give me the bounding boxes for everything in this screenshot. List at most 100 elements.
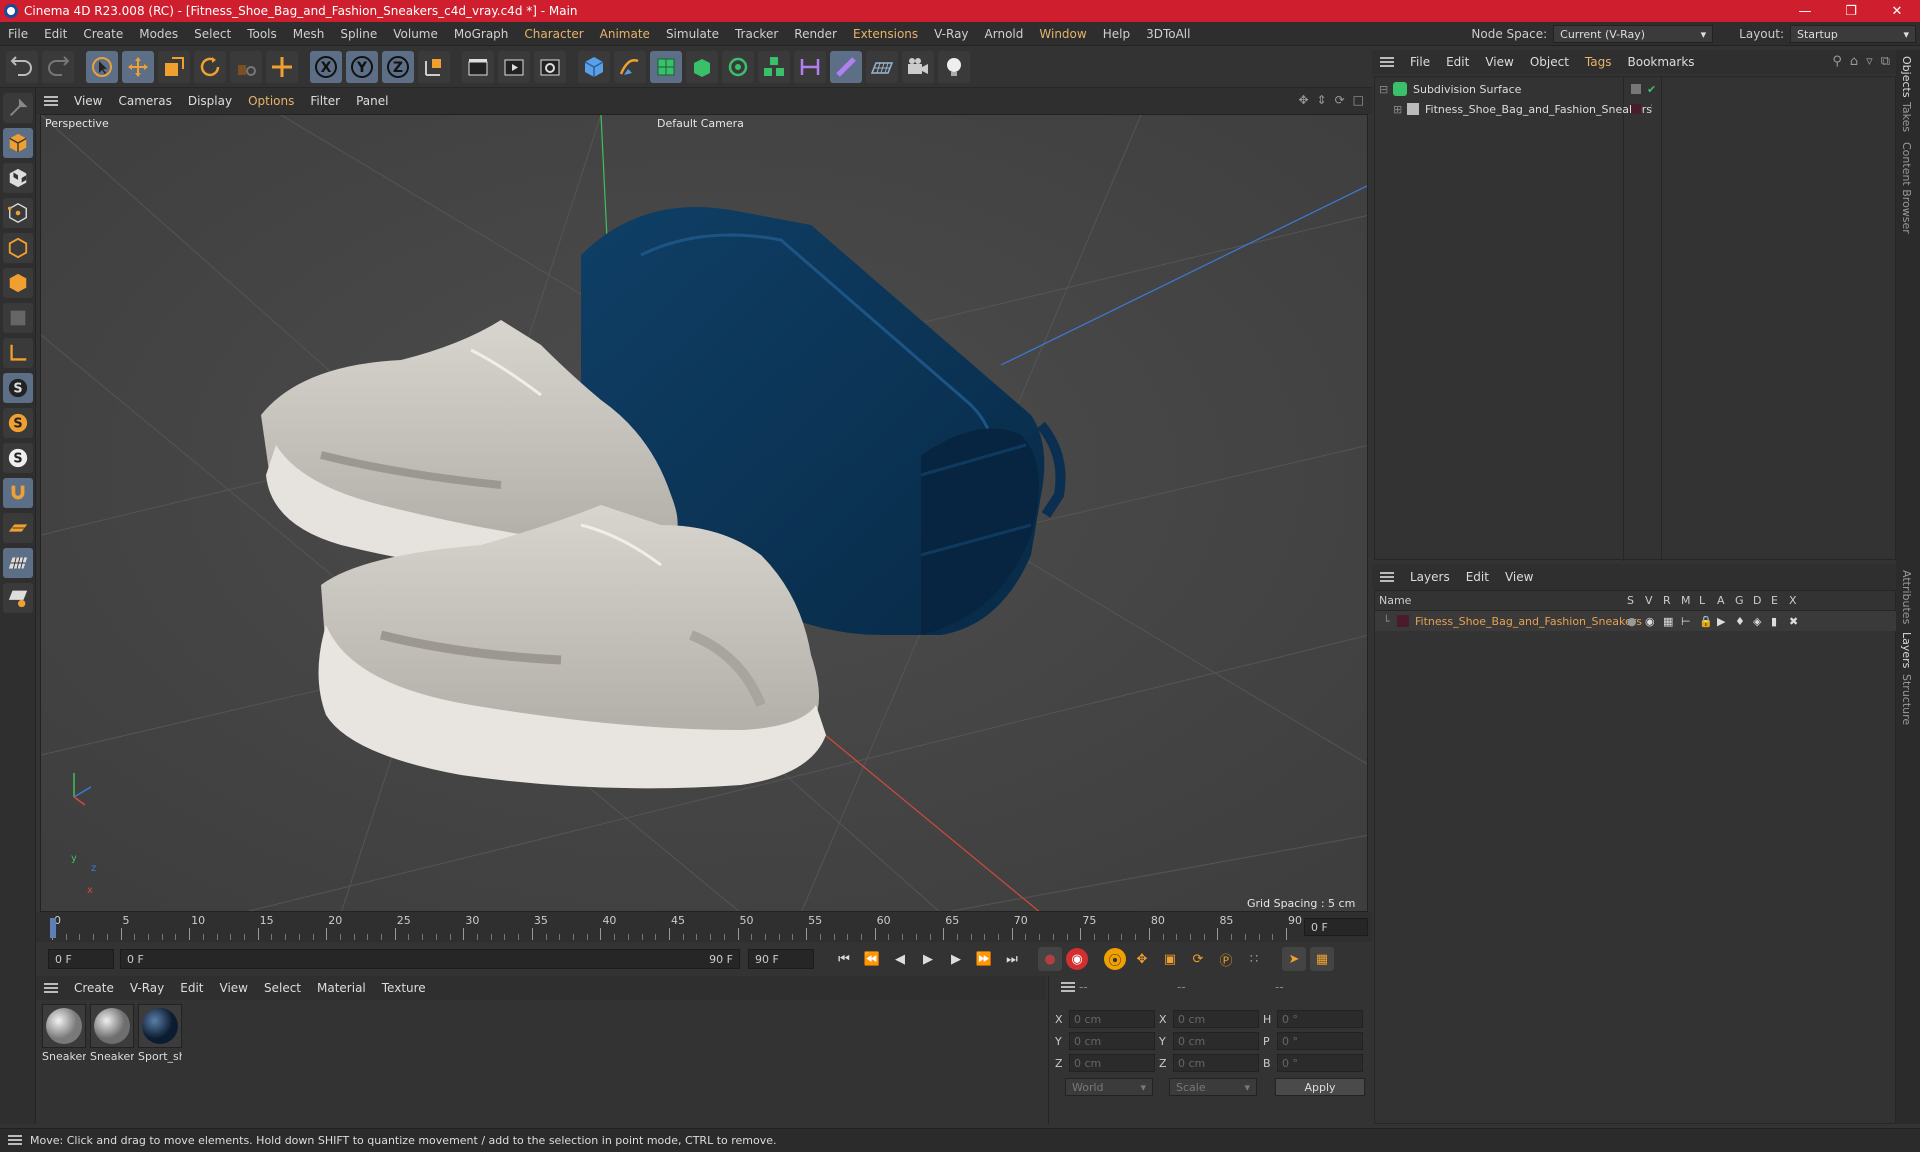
floor-button[interactable] xyxy=(866,50,898,83)
restore-button[interactable]: ❐ xyxy=(1828,0,1874,22)
previous-frame-button[interactable]: ◀ xyxy=(888,947,912,971)
new-window-icon[interactable]: ⧉ xyxy=(1881,54,1890,69)
layer-color-icon[interactable] xyxy=(1631,104,1641,114)
redo-button[interactable] xyxy=(42,50,74,83)
layer-row[interactable]: └ Fitness_Shoe_Bag_and_Fashion_Sneakers … xyxy=(1375,611,1897,631)
timeline-ruler[interactable]: 0 5 10 15 20 25 30 35 40 45 50 55 60 65 70 75 80 85 90 0 F xyxy=(36,912,1372,942)
side-tab-attributes[interactable]: Attributes xyxy=(1900,570,1913,624)
key-pla-button[interactable]: ∷ xyxy=(1242,947,1266,971)
visibility-dots-icon[interactable]: ⋮ xyxy=(1647,104,1656,114)
mat-menu-texture[interactable]: Texture xyxy=(374,981,434,995)
rotation-p-field[interactable]: 0 ° xyxy=(1277,1032,1363,1050)
col-manager[interactable]: M xyxy=(1681,594,1699,607)
expand-toggle-icon[interactable]: ⊟ xyxy=(1379,83,1389,96)
solo-icon[interactable]: ● xyxy=(1627,615,1645,628)
col-expressions[interactable]: E xyxy=(1771,594,1789,607)
light-button[interactable] xyxy=(938,50,970,83)
quantize-button[interactable]: S xyxy=(3,443,33,473)
layers-menu-layers[interactable]: Layers xyxy=(1402,570,1458,584)
x-axis-lock-button[interactable]: X xyxy=(310,50,342,83)
key-scale-button[interactable]: ▣ xyxy=(1158,947,1182,971)
side-tab-layers[interactable]: Layers xyxy=(1900,632,1913,668)
menu-volume[interactable]: Volume xyxy=(385,27,446,41)
current-frame-field[interactable]: 0 F xyxy=(1304,918,1368,936)
rotation-h-field[interactable]: 0 ° xyxy=(1277,1010,1363,1028)
render-view-button[interactable] xyxy=(462,50,494,83)
material-swatch-sport-shoe[interactable]: Sport_sh xyxy=(138,1004,182,1063)
hamburger-menu-icon[interactable] xyxy=(1380,57,1394,67)
transform-tool-button[interactable] xyxy=(266,50,298,83)
mat-menu-view[interactable]: View xyxy=(212,981,256,995)
col-view[interactable]: V xyxy=(1645,594,1663,607)
snap-button[interactable]: S xyxy=(3,373,33,403)
next-frame-button[interactable]: ▶ xyxy=(944,947,968,971)
menu-simulate[interactable]: Simulate xyxy=(658,27,727,41)
record-keys-button[interactable]: ● xyxy=(1038,947,1062,971)
edge-mode-button[interactable] xyxy=(3,233,33,263)
menu-file[interactable]: File xyxy=(0,27,36,41)
rotation-b-field[interactable]: 0 ° xyxy=(1277,1054,1363,1072)
col-xref[interactable]: X xyxy=(1789,594,1807,607)
menu-spline[interactable]: Spline xyxy=(332,27,385,41)
om-menu-edit[interactable]: Edit xyxy=(1438,55,1477,69)
deformer-button[interactable] xyxy=(794,50,826,83)
col-render[interactable]: R xyxy=(1663,594,1681,607)
model-mode-button[interactable] xyxy=(3,128,33,158)
layout-dropdown[interactable]: Startup ▾ xyxy=(1790,25,1916,43)
hamburger-menu-icon[interactable] xyxy=(8,1135,22,1145)
mat-menu-vray[interactable]: V-Ray xyxy=(122,981,172,995)
menu-animate[interactable]: Animate xyxy=(592,27,658,41)
col-animation[interactable]: A xyxy=(1717,594,1735,607)
point-mode-button[interactable] xyxy=(3,198,33,228)
next-key-button[interactable]: ⏩ xyxy=(972,947,996,971)
position-z-field[interactable]: 0 cm xyxy=(1069,1054,1155,1072)
material-swatch-sneakers-1[interactable]: Sneakers xyxy=(42,1004,86,1063)
mograph-button[interactable] xyxy=(758,50,790,83)
mat-menu-create[interactable]: Create xyxy=(66,981,122,995)
menu-3dtoall[interactable]: 3DToAll xyxy=(1138,27,1198,41)
go-to-end-button[interactable]: ⏭ xyxy=(1000,947,1024,971)
layer-color-swatch[interactable] xyxy=(1397,615,1409,627)
menu-extensions[interactable]: Extensions xyxy=(845,27,926,41)
col-locked[interactable]: L xyxy=(1699,594,1717,607)
side-tab-takes[interactable]: Takes xyxy=(1900,102,1913,132)
transform-mode-dropdown[interactable]: Scale ▾ xyxy=(1169,1078,1257,1096)
subdivision-surface-button[interactable] xyxy=(650,50,682,83)
generator-icon[interactable]: ♦ xyxy=(1735,615,1753,628)
enabled-checkmark-icon[interactable]: ✔ xyxy=(1647,83,1656,96)
object-name[interactable]: Fitness_Shoe_Bag_and_Fashion_Sneakers xyxy=(1425,103,1652,116)
move-tool-button[interactable] xyxy=(122,50,154,83)
key-position-button[interactable]: ✥ xyxy=(1130,947,1154,971)
filter-icon[interactable]: ▿ xyxy=(1866,54,1873,69)
om-menu-bookmarks[interactable]: Bookmarks xyxy=(1620,55,1703,69)
size-x-field[interactable]: 0 cm xyxy=(1173,1010,1259,1028)
field-button[interactable] xyxy=(830,50,862,83)
menu-create[interactable]: Create xyxy=(75,27,131,41)
timeline-window-button[interactable]: ▦ xyxy=(1310,947,1334,971)
hamburger-menu-icon[interactable] xyxy=(44,96,58,106)
view-eye-icon[interactable]: ◉ xyxy=(1645,615,1663,628)
layers-menu-view[interactable]: View xyxy=(1497,570,1541,584)
play-button[interactable]: ▶ xyxy=(916,947,940,971)
om-menu-object[interactable]: Object xyxy=(1522,55,1577,69)
playhead-marker[interactable] xyxy=(50,918,56,938)
vp-menu-panel[interactable]: Panel xyxy=(348,94,396,108)
plane-guide-button[interactable] xyxy=(3,513,33,543)
node-space-dropdown[interactable]: Current (V-Ray) ▾ xyxy=(1553,25,1714,43)
menu-character[interactable]: Character xyxy=(516,27,591,41)
menu-help[interactable]: Help xyxy=(1095,27,1138,41)
om-menu-tags[interactable]: Tags xyxy=(1577,55,1620,69)
col-generators[interactable]: G xyxy=(1735,594,1753,607)
menu-select[interactable]: Select xyxy=(186,27,239,41)
vp-menu-display[interactable]: Display xyxy=(180,94,240,108)
grid-button[interactable] xyxy=(3,548,33,578)
editor-visibility-icon[interactable] xyxy=(1631,84,1641,94)
side-tab-objects[interactable]: Objects xyxy=(1900,56,1913,98)
cloner-button[interactable] xyxy=(722,50,754,83)
position-x-field[interactable]: 0 cm xyxy=(1069,1010,1155,1028)
mat-menu-edit[interactable]: Edit xyxy=(172,981,211,995)
render-picture-viewer-button[interactable] xyxy=(498,50,530,83)
key-rotation-button[interactable]: ⟳ xyxy=(1186,947,1210,971)
side-tab-structure[interactable]: Structure xyxy=(1900,674,1913,725)
home-icon[interactable]: ⌂ xyxy=(1850,54,1858,69)
